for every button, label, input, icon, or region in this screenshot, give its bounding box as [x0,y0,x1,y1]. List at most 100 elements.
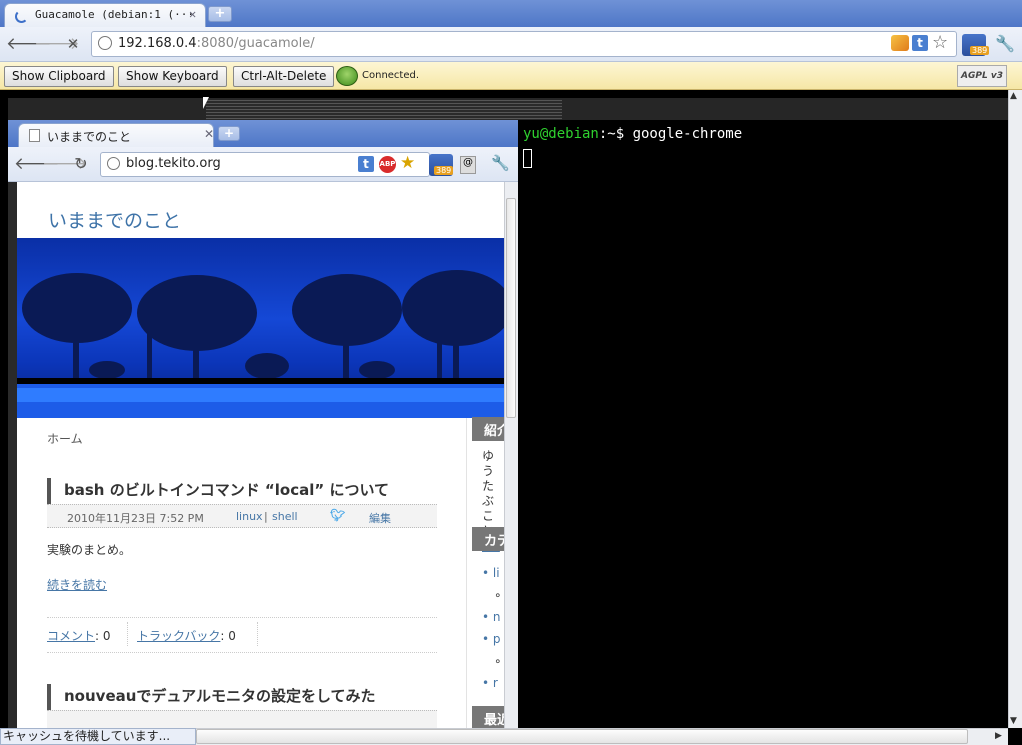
read-more-link[interactable]: 続きを読む [47,576,107,593]
adblock-icon[interactable]: ABP [379,156,396,173]
intro-line: ゆう [482,449,495,478]
extension-feather-icon[interactable] [891,35,909,51]
wrench-icon[interactable]: 🔧 [995,34,1015,53]
edit-link[interactable]: 編集 [369,510,391,526]
globe-icon [107,157,120,170]
divider [47,617,437,618]
tag-linux-link[interactable]: linux [236,510,263,523]
mouse-pointer-icon [203,97,209,109]
category-item[interactable]: • li [482,562,502,584]
scroll-up-arrow-icon[interactable]: ▲ [1010,91,1017,101]
post-excerpt: 実験のまとめ。 [47,543,132,557]
remote-desktop[interactable]: いままでのこと ✕ + 🡐 🡒 ↻ blog.tekito.org t ABP … [0,90,1008,728]
sidebar-heading-intro: 紹介 [472,417,504,441]
mail-badge: 389 [970,46,990,55]
status-bubble: キャッシュを待機しています... [0,728,196,745]
prompt-symbol: $ [615,126,633,142]
twitter-icon[interactable]: 🐦︎ [330,508,345,522]
stop-loading-icon[interactable]: ✕ [62,33,84,55]
inner-scrollbar-thumb[interactable] [506,198,516,418]
extension-at-icon[interactable]: @ [460,156,476,174]
blog-header-banner [17,238,504,418]
terminal-prompt-line: yu@debian:~$ google-chrome [523,126,742,142]
outer-tab-title: Guacamole (debian:1 (··· [35,8,194,21]
reload-icon[interactable]: ↻ [70,153,92,175]
horizontal-scrollbar-thumb[interactable] [196,729,968,744]
terminal-cursor [523,149,532,168]
divider [257,622,258,646]
wrench-icon[interactable]: 🔧 [491,154,510,172]
show-keyboard-button[interactable]: Show Keyboard [118,66,227,87]
category-item[interactable]: • n [482,606,502,628]
url-host: 192.168.0.4 [118,36,197,51]
close-icon[interactable]: ✕ [204,127,214,141]
mail-badge: 389 [434,166,454,175]
mail-notifier-icon[interactable]: 389 [429,154,454,176]
comments-link[interactable]: コメント [47,629,95,643]
remote-chrome-window[interactable]: いままでのこと ✕ + 🡐 🡒 ↻ blog.tekito.org t ABP … [8,120,518,728]
bookmark-star-icon[interactable]: ☆ [932,32,948,53]
divider [127,622,128,646]
trackbacks-link[interactable]: トラックバック [137,629,220,643]
bookmark-star-icon[interactable]: ★ [400,153,415,173]
scroll-right-arrow-icon[interactable]: ▶ [995,731,1002,741]
tag-shell-link[interactable]: shell [272,510,298,523]
sidebar-heading-recent: 最近 [472,706,504,728]
new-tab-button[interactable]: + [218,126,240,141]
document-icon [29,129,40,142]
divider [47,652,437,653]
sidebar-heading-categories: カテ [472,527,504,551]
connection-status: Connected. [362,70,420,81]
new-tab-button[interactable]: + [208,6,232,22]
post-title[interactable]: bash のビルトインコマンド “local” について [47,478,437,504]
sidebar-divider [466,418,467,728]
globe-icon [98,36,112,50]
close-icon[interactable]: ✕ [189,7,196,21]
category-item[interactable]: • p [482,628,502,650]
outer-tab-guacamole[interactable]: Guacamole (debian:1 (··· ✕ [4,3,206,27]
terminal-command: google-chrome [632,126,743,142]
subcategory-item[interactable]: ∘ [482,650,502,672]
remote-panel-taskbar [206,100,562,120]
agpl-logo: AGPL v3 [957,65,1007,87]
scroll-down-arrow-icon[interactable]: ▼ [1010,716,1017,726]
back-arrow-icon[interactable]: 🡐 [14,153,60,175]
subcategory-item[interactable]: ∘ [482,584,502,606]
post-footer: コメント: 0 [47,627,111,644]
category-item[interactable]: • r [482,672,502,694]
inner-tab-blog[interactable]: いままでのこと ✕ [18,123,214,147]
post-date: 2010年11月23日 7:52 PM [67,512,204,525]
back-arrow-icon[interactable]: 🡐 [6,33,52,55]
outer-vertical-scrollbar[interactable] [1008,90,1022,728]
url-path: :8080/guacamole/ [196,36,315,51]
forward-arrow-icon[interactable]: 🡒 [42,153,88,175]
terminal-window[interactable] [518,120,1008,728]
post-meta-bar [47,710,437,728]
post-title[interactable]: nouveauでデュアルモニタの設定をしてみた [47,684,437,710]
intro-line: たぶ [482,479,495,508]
post-footer-trackback: トラックバック: 0 [137,627,236,644]
post-meta-bar: 2010年11月23日 7:52 PM linux | shell 🐦︎ 編集 [47,504,437,528]
mail-notifier-icon[interactable]: 389 [962,34,990,56]
forward-arrow-icon[interactable]: 🡒 [34,33,80,55]
inner-address-bar-text: blog.tekito.org [126,156,221,171]
blog-title[interactable]: いままでのこと [48,206,181,233]
ctrl-alt-delete-button[interactable]: Ctrl-Alt-Delete [233,66,335,87]
prompt-user: yu@debian [523,126,599,142]
nav-home-link[interactable]: ホーム [47,430,83,447]
inner-tab-title: いままでのこと [47,130,132,144]
comments-count: : 0 [95,629,111,643]
extension-t-icon[interactable]: t [912,35,928,51]
guacamole-logo-icon [336,66,358,86]
address-bar-text: 192.168.0.4:8080/guacamole/ [118,36,315,51]
prompt-path: :~ [598,126,616,142]
sidebar-category-list: • li ∘ • n • p ∘ • r [482,562,502,694]
loading-spinner-icon [15,10,28,23]
savanna-banner-image [17,270,504,418]
tag-separator: | [264,510,268,523]
trackbacks-count: : 0 [220,629,236,643]
extension-t-icon[interactable]: t [358,156,374,172]
page-left-edge [8,182,17,728]
blog-page: いままでのこと ホーム bash のビルトインコマンド “local” について… [8,182,504,728]
show-clipboard-button[interactable]: Show Clipboard [4,66,114,87]
